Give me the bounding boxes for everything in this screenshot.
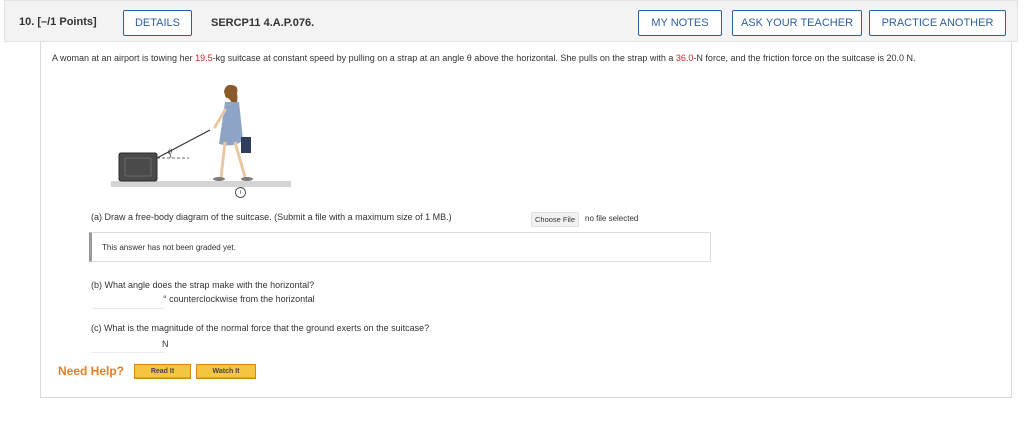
choose-file-button[interactable]: Choose File — [531, 212, 580, 227]
question-content: A woman at an airport is towing her 19.5… — [40, 42, 1012, 398]
problem-text-1: A woman at an airport is towing her — [52, 53, 196, 63]
read-it-button[interactable]: Read It — [134, 364, 191, 379]
woman-suitcase-figure: θ — [111, 84, 291, 187]
part-b-answer-input[interactable] — [91, 292, 165, 309]
details-button[interactable]: DETAILS — [123, 10, 192, 36]
question-header: 10. [–/1 Points] DETAILS SERCP11 4.A.P.0… — [4, 0, 1018, 42]
problem-text-3: -N force, and the friction force on the … — [693, 53, 916, 63]
mass-value: 19.5 — [195, 53, 213, 63]
my-notes-button[interactable]: MY NOTES — [638, 10, 722, 36]
ask-your-teacher-button[interactable]: ASK YOUR TEACHER — [732, 10, 862, 36]
part-a-question: (a) Draw a free-body diagram of the suit… — [91, 212, 452, 222]
force-value: 36.0 — [675, 53, 694, 63]
grading-status-text: This answer has not been graded yet. — [102, 243, 236, 252]
question-code: SERCP11 4.A.P.076. — [211, 17, 315, 29]
part-b-unit: ° counterclockwise from the horizontal — [163, 294, 315, 304]
problem-text-2: -kg suitcase at constant speed by pullin… — [212, 53, 676, 63]
part-b-question: (b) What angle does the strap make with … — [91, 280, 315, 290]
no-file-text: no file selected — [585, 214, 639, 223]
part-c-question: (c) What is the magnitude of the normal … — [91, 323, 430, 333]
grading-status-box: This answer has not been graded yet. — [89, 232, 711, 262]
info-icon[interactable]: i — [235, 187, 246, 198]
part-c-answer-input[interactable] — [91, 336, 165, 353]
watch-it-button[interactable]: Watch It — [196, 364, 256, 379]
practice-another-button[interactable]: PRACTICE ANOTHER — [869, 10, 1006, 36]
need-help-label: Need Help? — [58, 364, 125, 378]
problem-statement: A woman at an airport is towing her 19.5… — [52, 50, 1007, 66]
part-c-unit: N — [162, 339, 169, 349]
theta-label: θ — [168, 148, 173, 156]
question-number: 10. [–/1 Points] — [19, 16, 97, 28]
